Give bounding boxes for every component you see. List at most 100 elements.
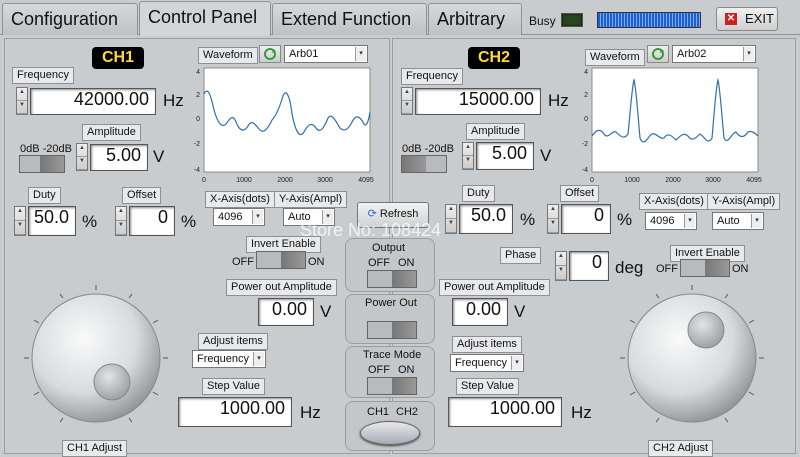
- ch1-select-label: CH1: [367, 406, 390, 418]
- ch2-step-label: Step Value: [456, 378, 520, 395]
- ch2-frequency-input[interactable]: 15000.00: [415, 88, 541, 115]
- ch2-xaxis-select[interactable]: 4096 ▾: [645, 212, 697, 230]
- ch2-amplitude-label: Amplitude: [466, 123, 525, 140]
- ch2-step-unit: Hz: [571, 403, 592, 422]
- ch1-waveform-select[interactable]: Arb01 ▾: [284, 45, 368, 63]
- ch1-adjust-knob[interactable]: [6, 280, 186, 440]
- ch1-graph-xtick: 0: [202, 177, 206, 184]
- ch1-frequency-input[interactable]: 42000.00: [30, 88, 156, 115]
- ch1-amplitude-input[interactable]: 5.00: [90, 144, 148, 171]
- ch1-xaxis-select[interactable]: 4096 ▾: [213, 208, 265, 226]
- ch2-graph-ytick: -2: [582, 141, 588, 148]
- ch1-graph-ytick: 2: [196, 92, 200, 99]
- ch2-invert-on-label: ON: [732, 263, 749, 275]
- ch2-graph-ytick: 0: [584, 116, 588, 123]
- refresh-icon: [264, 48, 276, 60]
- power-out-toggle[interactable]: [367, 321, 417, 339]
- tab-configuration[interactable]: Configuration: [2, 3, 138, 35]
- tab-extend-function[interactable]: Extend Function: [272, 3, 427, 35]
- ch2-offset-stepper[interactable]: ▲ ▼: [547, 204, 559, 234]
- busy-indicator: [561, 13, 583, 27]
- tab-control-panel[interactable]: Control Panel: [139, 1, 271, 36]
- trace-mode-label: Trace Mode: [363, 349, 422, 361]
- ch1-graph-ytick: 4: [196, 69, 200, 76]
- ch1-xaxis-value: 4096: [218, 211, 243, 223]
- ch2-adjust-knob[interactable]: [602, 280, 782, 440]
- refresh-label: Refresh: [379, 208, 419, 220]
- refresh-icon: ⟳: [367, 208, 377, 220]
- ch2-select-label: CH2: [396, 406, 419, 418]
- ch2-frequency-label: Frequency: [401, 68, 463, 85]
- ch2-phase-input[interactable]: 0: [569, 251, 609, 281]
- exit-button[interactable]: ✕ EXIT: [716, 7, 778, 31]
- ch1-title: CH1: [92, 47, 144, 69]
- ch1-graph-ytick: -4: [194, 167, 200, 174]
- ch1-frequency-stepper[interactable]: ▲ ▼: [16, 87, 28, 115]
- tab-bar: Configuration Control Panel Extend Funct…: [0, 0, 800, 36]
- ch1-power-out-amp-label: Power out Amplitude: [226, 279, 337, 296]
- toggle-knob: [40, 156, 64, 172]
- ch1-step-label: Step Value: [202, 378, 266, 395]
- toggle-knob: [281, 252, 305, 268]
- ch2-frequency-stepper[interactable]: ▲ ▼: [401, 87, 413, 115]
- channel-select-switch[interactable]: [360, 421, 420, 445]
- ch2-knob-label: CH2 Adjust: [648, 440, 714, 457]
- output-toggle[interactable]: [367, 270, 417, 288]
- ch1-graph-xtick: 4095: [358, 177, 374, 184]
- ch1-graph-xtick: 2000: [277, 177, 293, 184]
- ch2-graph-xtick: 4095: [746, 177, 762, 184]
- ch2-yaxis-value: Auto: [717, 215, 740, 227]
- ch1-step-unit: Hz: [300, 403, 321, 422]
- ch2-invert-toggle[interactable]: [680, 259, 730, 277]
- chevron-down-icon: ▾: [751, 214, 762, 228]
- chevron-down-icon: ▾: [743, 47, 754, 61]
- ch2-adjust-items-label: Adjust items: [452, 336, 522, 353]
- ch1-invert-toggle[interactable]: [256, 251, 306, 269]
- ch1-offset-input[interactable]: 0: [129, 206, 175, 236]
- chevron-down-icon: ▾: [252, 210, 263, 224]
- trace-mode-toggle[interactable]: [367, 377, 417, 395]
- ch2-waveform-load-button[interactable]: [647, 45, 669, 63]
- ch1-step-input[interactable]: 1000.00: [178, 397, 292, 427]
- busy-label: Busy: [529, 14, 556, 28]
- ch2-duty-input[interactable]: 50.0: [459, 204, 513, 234]
- ch2-phase-stepper[interactable]: ▲ ▼: [555, 251, 567, 281]
- ch1-offset-stepper[interactable]: ▲ ▼: [115, 206, 127, 236]
- output-off-label: OFF: [368, 257, 390, 269]
- ch2-waveform-graph: 4 2 0 -2 -4 0 1000 2000 3000 4095: [582, 67, 762, 184]
- ch1-amplitude-label: Amplitude: [82, 124, 141, 141]
- ch1-duty-stepper[interactable]: ▲ ▼: [14, 206, 26, 236]
- ch2-duty-stepper[interactable]: ▲ ▼: [445, 204, 457, 234]
- ch1-power-out-amp-display: 0.00: [258, 298, 314, 326]
- ch1-graph-xtick: 1000: [236, 177, 252, 184]
- ch2-graph-xtick: 1000: [624, 177, 640, 184]
- tab-arbitrary[interactable]: Arbitrary: [428, 3, 522, 35]
- watermark-text: Store No: 108424: [300, 220, 442, 240]
- ch2-adjust-items-select[interactable]: Frequency ▾: [450, 354, 524, 372]
- ch2-graph-xtick: 3000: [705, 177, 721, 184]
- ch2-yaxis-label: Y-Axis(Ampl): [707, 193, 781, 210]
- ch2-title: CH2: [468, 47, 520, 69]
- ch1-adjust-items-label: Adjust items: [198, 333, 268, 350]
- toggle-knob: [392, 322, 416, 338]
- ch1-amplitude-stepper[interactable]: ▲ ▼: [76, 143, 88, 171]
- ch2-waveform-select[interactable]: Arb02 ▾: [672, 45, 756, 63]
- toggle-knob: [705, 260, 729, 276]
- ch1-attenuator-toggle[interactable]: [19, 155, 65, 173]
- ch2-amplitude-stepper[interactable]: ▲ ▼: [462, 142, 474, 170]
- ch1-waveform-load-button[interactable]: [259, 45, 281, 63]
- ch2-amplitude-input[interactable]: 5.00: [476, 142, 534, 170]
- ch1-adjust-items-select[interactable]: Frequency ▾: [192, 350, 266, 368]
- ch2-offset-input[interactable]: 0: [561, 204, 611, 234]
- ch1-duty-input[interactable]: 50.0: [28, 206, 76, 236]
- power-out-label: Power Out: [365, 297, 417, 309]
- trace-on-label: ON: [398, 364, 415, 376]
- ch1-invert-on-label: ON: [308, 256, 325, 268]
- ch2-power-out-amp-label: Power out Amplitude: [439, 279, 550, 296]
- ch2-graph-ytick: -4: [582, 167, 588, 174]
- ch2-step-input[interactable]: 1000.00: [448, 397, 562, 427]
- ch2-yaxis-select[interactable]: Auto ▾: [712, 212, 764, 230]
- ch2-attenuator-label: 0dB -20dB: [402, 143, 454, 155]
- ch1-power-out-amp-unit: V: [320, 302, 332, 321]
- ch2-attenuator-toggle[interactable]: [401, 155, 447, 173]
